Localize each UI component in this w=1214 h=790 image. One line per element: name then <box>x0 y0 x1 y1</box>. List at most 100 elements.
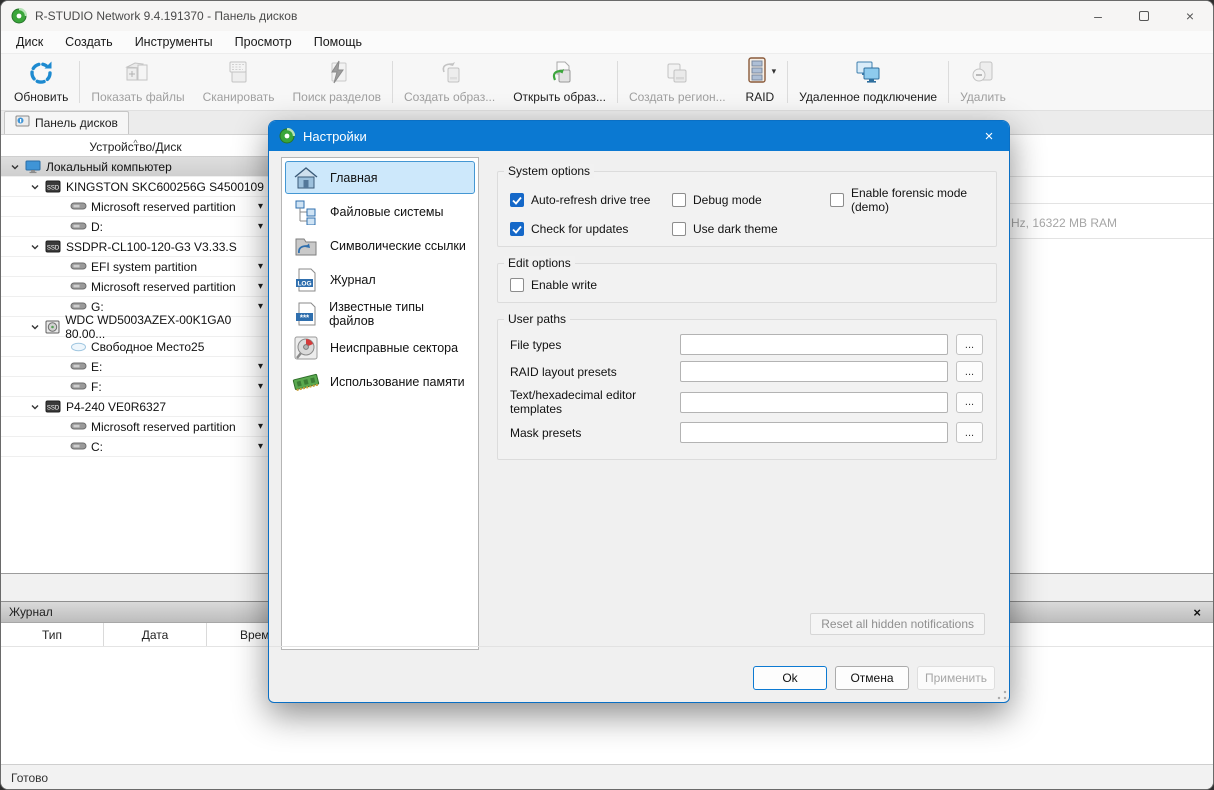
ok-button[interactable]: Ok <box>753 666 827 690</box>
apply-button[interactable]: Применить <box>917 666 995 690</box>
chevron-down-icon[interactable] <box>26 242 44 252</box>
sidebar-item-main[interactable]: Главная <box>285 161 475 194</box>
chevron-down-icon[interactable] <box>26 402 44 412</box>
raid-dropdown-icon[interactable]: ▾ <box>772 66 777 77</box>
remote-monitors-icon <box>851 58 885 88</box>
sidebar-item-bad-sectors[interactable]: Неисправные сектора <box>285 331 475 364</box>
tree-rows: Локальный компьютер SSD KINGSTON SKC6002… <box>1 157 270 457</box>
search-partitions-button[interactable]: Поиск разделов <box>284 56 391 108</box>
maximize-button[interactable] <box>1121 1 1167 31</box>
resize-grip[interactable] <box>997 690 1007 700</box>
row-dropdown-icon[interactable]: ▾ <box>258 301 263 312</box>
browse-button[interactable]: ... <box>956 361 983 382</box>
raid-button[interactable]: ▾ RAID <box>735 56 786 108</box>
tree-row-disk[interactable]: SSD P4-240 VE0R6327 <box>1 397 270 417</box>
toolbar-label: Показать файлы <box>91 90 185 104</box>
file-types-path-input[interactable] <box>680 334 948 355</box>
reset-notifications-button[interactable]: Reset all hidden notifications <box>810 613 985 635</box>
tree-row-partition[interactable]: Microsoft reserved partition ▾ <box>1 417 270 437</box>
partition-icon <box>69 202 87 211</box>
tree-row-disk[interactable]: WDC WD5003AZEX-00K1GA0 80.00... <box>1 313 270 341</box>
dialog-close-icon[interactable]: × <box>973 128 1005 145</box>
raid-presets-path-input[interactable] <box>680 361 948 382</box>
log-column-type[interactable]: Тип <box>1 623 104 646</box>
chevron-down-icon[interactable] <box>6 162 24 172</box>
menu-disk[interactable]: Диск <box>5 35 54 49</box>
create-region-button[interactable]: Создать регион... <box>620 56 735 108</box>
menu-view[interactable]: Просмотр <box>224 35 303 49</box>
tree-row-partition[interactable]: Microsoft reserved partition ▾ <box>1 197 270 217</box>
browse-button[interactable]: ... <box>956 334 983 355</box>
mask-presets-path-input[interactable] <box>680 422 948 443</box>
row-dropdown-icon[interactable]: ▾ <box>258 201 263 212</box>
checkbox-box[interactable] <box>510 278 524 292</box>
delete-button[interactable]: Удалить <box>951 56 1015 108</box>
tree-row-partition[interactable]: D: ▾ <box>1 217 270 237</box>
tree-row-label: EFI system partition <box>91 259 198 274</box>
partition-icon <box>69 302 87 311</box>
log-close-icon[interactable]: × <box>1189 605 1205 620</box>
tree-column-header[interactable]: ^ Устройство/Диск <box>1 135 270 157</box>
tree-row-local-computer[interactable]: Локальный компьютер <box>1 157 270 177</box>
sidebar-item-known-file-types[interactable]: *** Известные типы файлов <box>285 297 475 330</box>
sidebar-item-file-systems[interactable]: Файловые системы <box>285 195 475 228</box>
tree-row-partition[interactable]: C: ▾ <box>1 437 270 457</box>
checkbox-box[interactable] <box>672 193 686 207</box>
symlink-folder-icon <box>292 234 320 258</box>
cancel-button[interactable]: Отмена <box>835 666 909 690</box>
checkbox-box[interactable] <box>510 193 524 207</box>
scan-button[interactable]: Сканировать <box>194 56 284 108</box>
row-dropdown-icon[interactable]: ▾ <box>258 381 263 392</box>
checkbox-forensic-mode[interactable]: Enable forensic mode (demo) <box>830 186 984 214</box>
row-dropdown-icon[interactable]: ▾ <box>258 261 263 272</box>
tree-row-partition[interactable]: EFI system partition ▾ <box>1 257 270 277</box>
browse-button[interactable]: ... <box>956 391 983 413</box>
refresh-button[interactable]: Обновить <box>5 56 77 108</box>
checkbox-box[interactable] <box>830 193 844 207</box>
tree-row-partition[interactable]: F: ▾ <box>1 377 270 397</box>
checkbox-dark-theme[interactable]: Use dark theme <box>672 222 830 236</box>
checkbox-debug-mode[interactable]: Debug mode <box>672 186 830 214</box>
row-dropdown-icon[interactable]: ▾ <box>258 281 263 292</box>
sidebar-item-memory-usage[interactable]: Использование памяти <box>285 365 475 398</box>
row-dropdown-icon[interactable]: ▾ <box>258 221 263 232</box>
tree-row-free-space[interactable]: Свободное Место25 <box>1 337 270 357</box>
create-image-button[interactable]: Создать образ... <box>395 56 504 108</box>
checkbox-auto-refresh[interactable]: Auto-refresh drive tree <box>510 186 672 214</box>
row-dropdown-icon[interactable]: ▾ <box>258 421 263 432</box>
menu-bar: Диск Создать Инструменты Просмотр Помощь <box>1 31 1213 54</box>
chevron-down-icon[interactable] <box>26 182 44 192</box>
row-dropdown-icon[interactable]: ▾ <box>258 361 263 372</box>
tab-drive-panel[interactable]: Панель дисков <box>4 111 129 134</box>
close-button[interactable]: × <box>1167 1 1213 31</box>
menu-tools[interactable]: Инструменты <box>124 35 224 49</box>
checkbox-check-updates[interactable]: Check for updates <box>510 222 672 236</box>
checkbox-enable-write[interactable]: Enable write <box>510 278 984 292</box>
checkbox-box[interactable] <box>510 222 524 236</box>
menu-create[interactable]: Создать <box>54 35 124 49</box>
tree-row-disk[interactable]: SSD SSDPR-CL100-120-G3 V3.33.S <box>1 237 270 257</box>
log-panel-title: Журнал <box>9 605 53 619</box>
browse-button[interactable]: ... <box>956 422 983 443</box>
tree-row-disk[interactable]: SSD KINGSTON SKC600256G S4500109 <box>1 177 270 197</box>
editor-templates-path-input[interactable] <box>680 391 948 413</box>
tree-row-partition[interactable]: Microsoft reserved partition ▾ <box>1 277 270 297</box>
tree-row-partition[interactable]: E: ▾ <box>1 357 270 377</box>
checkbox-label: Enable forensic mode (demo) <box>851 186 968 214</box>
chevron-down-icon[interactable] <box>26 322 44 332</box>
sidebar-item-log[interactable]: LOG Журнал <box>285 263 475 296</box>
menu-help[interactable]: Помощь <box>303 35 373 49</box>
minimize-button[interactable]: – <box>1075 1 1121 31</box>
tree-row-label: P4-240 VE0R6327 <box>66 399 167 414</box>
open-image-button[interactable]: Открыть образ... <box>504 56 615 108</box>
checkbox-box[interactable] <box>672 222 686 236</box>
show-files-button[interactable]: Показать файлы <box>82 56 193 108</box>
svg-text:SSD: SSD <box>47 406 60 412</box>
sidebar-item-label: Главная <box>330 170 378 185</box>
row-dropdown-icon[interactable]: ▾ <box>258 441 263 452</box>
sidebar-item-symlinks[interactable]: Символические ссылки <box>285 229 475 262</box>
remote-connection-button[interactable]: Удаленное подключение <box>790 56 946 108</box>
tree-row-label: Локальный компьютер <box>46 159 172 174</box>
toolbar-label: Удалить <box>960 90 1006 104</box>
log-column-date[interactable]: Дата <box>104 623 207 646</box>
